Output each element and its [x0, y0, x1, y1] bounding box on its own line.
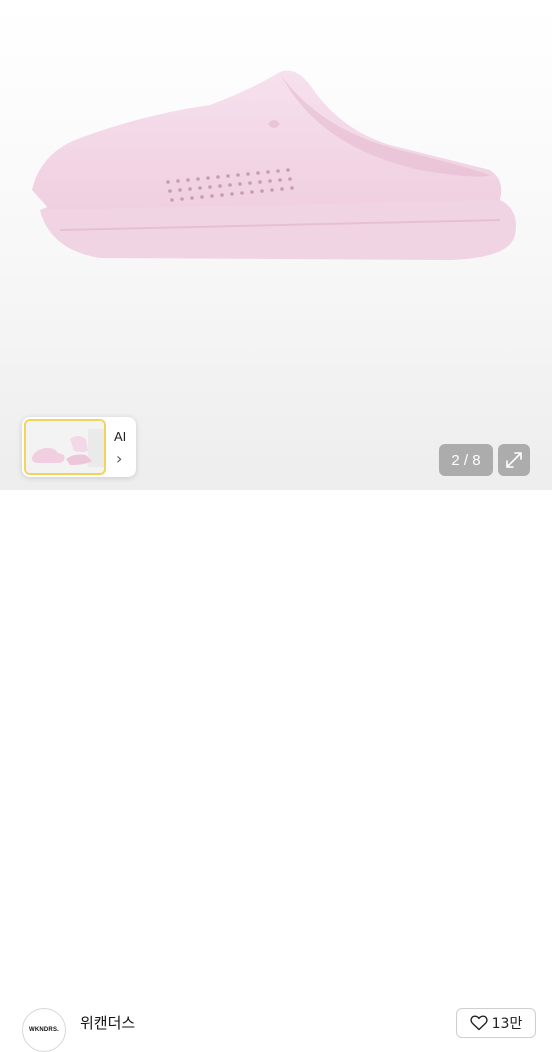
expand-button[interactable] — [498, 444, 530, 476]
expand-arrows-icon — [506, 452, 522, 468]
seller-name[interactable]: 위캔더스 — [80, 1012, 135, 1033]
ai-label: AI — [114, 429, 127, 444]
product-image-viewer[interactable]: AI › 2 / 8 — [0, 0, 552, 490]
ai-card[interactable]: AI › — [22, 417, 136, 477]
seller-bar: WKNDRS. 위캔더스 13만 — [0, 490, 552, 1052]
avatar-logo-text: WKNDRS. — [28, 1027, 60, 1033]
like-count: 13만 — [491, 1016, 523, 1032]
heart-outline-icon — [470, 1015, 488, 1031]
image-counter: 2 / 8 — [439, 444, 493, 476]
chevron-right-icon: › — [116, 449, 123, 468]
like-button[interactable]: 13만 — [456, 1008, 536, 1038]
ai-thumbnail — [24, 419, 106, 475]
product-image — [32, 70, 516, 260]
seller-avatar[interactable]: WKNDRS. — [22, 1008, 66, 1052]
